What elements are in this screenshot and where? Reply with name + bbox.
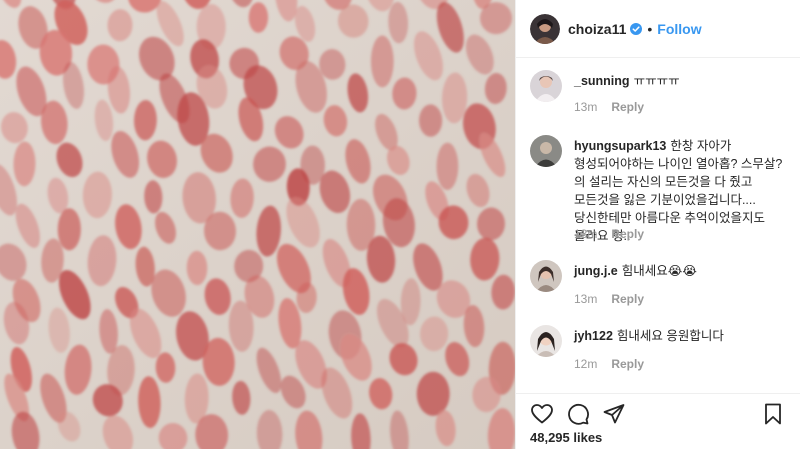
heart-icon[interactable] — [530, 402, 554, 426]
commenter-avatar[interactable] — [530, 260, 562, 292]
author-username[interactable]: choiza11 — [568, 21, 626, 37]
comment-content: ㅠㅠㅠㅠ — [633, 74, 680, 88]
comment-text: _sunning ㅠㅠㅠㅠ — [574, 72, 786, 90]
comment-time: 13m — [574, 227, 598, 241]
lipstick-print — [416, 371, 450, 416]
author-avatar[interactable] — [530, 13, 560, 44]
comment-time: 12m — [574, 357, 598, 371]
comment-username[interactable]: _sunning — [574, 74, 630, 88]
reply-button[interactable]: Reply — [611, 292, 644, 306]
commenter-avatar[interactable] — [530, 70, 562, 102]
post-photo[interactable] — [0, 0, 515, 449]
header-separator: • — [647, 20, 653, 37]
comment-meta: 13m Reply — [574, 100, 644, 114]
lipstick-print — [436, 142, 459, 190]
lipstick-prints-image — [0, 0, 515, 449]
commenter-avatar[interactable] — [530, 135, 562, 167]
likes-count[interactable]: 48,295 likes — [530, 430, 602, 445]
follow-button[interactable]: Follow — [657, 21, 701, 37]
comment-meta: 12m Reply — [574, 357, 644, 371]
comment-username[interactable]: hyungsupark13 — [574, 139, 666, 153]
post-header: choiza11 • Follow — [516, 0, 800, 58]
share-icon[interactable] — [602, 402, 626, 426]
bookmark-icon[interactable] — [761, 402, 785, 426]
comment-text: jung.j.e 힘내세요😭😭 — [574, 262, 786, 280]
comment-username[interactable]: jung.j.e — [574, 264, 618, 278]
reply-button[interactable]: Reply — [611, 227, 644, 241]
comment-username[interactable]: jyh122 — [574, 329, 613, 343]
lipstick-print — [57, 208, 81, 251]
comment-meta: 13m Reply — [574, 227, 644, 241]
reply-button[interactable]: Reply — [611, 357, 644, 371]
lipstick-print — [370, 35, 394, 88]
commenter-avatar[interactable] — [530, 325, 562, 357]
comment-time: 13m — [574, 100, 598, 114]
post-side-panel: choiza11 • Follow _sunning ㅠㅠㅠㅠ 13m Repl… — [515, 0, 800, 449]
verified-badge-icon — [630, 22, 643, 35]
comments-list[interactable]: _sunning ㅠㅠㅠㅠ 13m Reply hyungsupark13 한창 자아… — [516, 58, 800, 393]
comment-content: 힘내세요😭😭 — [621, 264, 697, 278]
lipstick-print — [248, 2, 269, 33]
comment-content: 힘내세요 응원합니다 — [616, 329, 724, 343]
comment-text: jyh122 힘내세요 응원합니다 — [574, 327, 786, 345]
comment-time: 13m — [574, 292, 598, 306]
reply-button[interactable]: Reply — [611, 100, 644, 114]
comment-meta: 13m Reply — [574, 292, 644, 306]
post-actions-bar: 48,295 likes — [516, 393, 800, 449]
comment-icon[interactable] — [566, 402, 590, 426]
instagram-post: choiza11 • Follow _sunning ㅠㅠㅠㅠ 13m Repl… — [0, 0, 800, 449]
